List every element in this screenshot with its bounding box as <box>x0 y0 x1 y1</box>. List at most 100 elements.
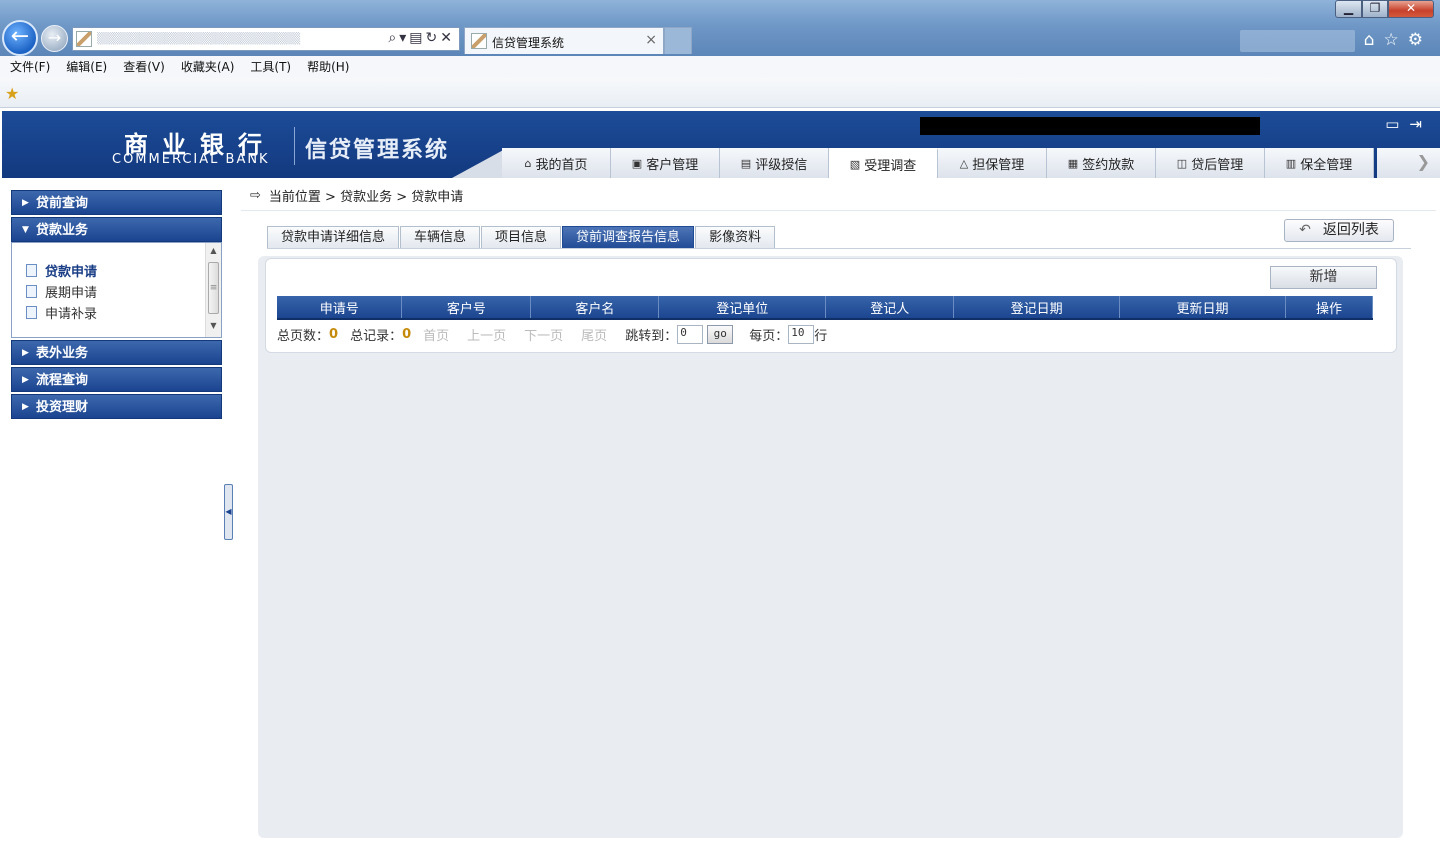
nav-tab-label: 保全管理 <box>1300 157 1353 173</box>
browser-menu-bar: 文件(F) 编辑(E) 查看(V) 收藏夹(A) 工具(T) 帮助(H) <box>0 56 1440 78</box>
sidebar-group-process-query[interactable]: ▶ 流程查询 <box>11 367 222 392</box>
scroll-down-icon[interactable]: ▼ <box>206 318 221 333</box>
maximize-button[interactable]: ❐ <box>1362 0 1388 18</box>
menu-view[interactable]: 查看(V) <box>123 56 165 78</box>
menu-help[interactable]: 帮助(H) <box>307 56 349 78</box>
nav-tab-label: 贷后管理 <box>1191 157 1244 173</box>
first-page-link[interactable]: 首页 <box>423 325 449 344</box>
nav-tab-customer[interactable]: ▣ 客户管理 <box>611 148 720 178</box>
sidebar-group-label: 贷前查询 <box>36 196 89 211</box>
nav-tab-rating[interactable]: ▤ 评级授信 <box>720 148 829 178</box>
document-icon <box>26 306 37 319</box>
monitor-icon[interactable]: ▭ <box>1385 115 1409 133</box>
redacted-user-info <box>920 117 1260 135</box>
nav-tab-post-loan[interactable]: ◫ 贷后管理 <box>1156 148 1265 178</box>
tab-loan-detail[interactable]: 贷款申请详细信息 <box>267 226 400 249</box>
tab-images[interactable]: 影像资料 <box>695 226 776 249</box>
menu-edit[interactable]: 编辑(E) <box>66 56 107 78</box>
contract-icon: ▦ <box>1067 156 1079 170</box>
return-list-button[interactable]: ↶ 返回列表 <box>1284 219 1394 242</box>
sidebar-group-off-balance[interactable]: ▶ 表外业务 <box>11 340 222 365</box>
tab-divider <box>267 248 1411 249</box>
next-page-link[interactable]: 下一页 <box>524 325 563 344</box>
header-icons: ▭⇥ <box>1385 115 1432 133</box>
compat-view-icon[interactable]: ▤ <box>409 30 425 46</box>
sidebar-item-extension-application[interactable]: 展期申请 <box>12 281 221 302</box>
total-records-value: 0 <box>402 326 412 342</box>
nav-tab-preservation[interactable]: ▥ 保全管理 <box>1265 148 1374 178</box>
home-icon[interactable]: ⌂ <box>1364 30 1384 50</box>
per-page-label: 每页： <box>749 328 789 344</box>
bank-name-en: COMMERCIAL BANK <box>112 152 270 167</box>
sidebar-collapse-handle[interactable]: ◀ <box>224 484 233 540</box>
sidebar-item-loan-application[interactable]: 贷款申请 <box>12 260 221 281</box>
tab-favicon-icon <box>471 33 487 49</box>
nav-tab-survey[interactable]: ▧ 受理调查 <box>829 148 938 178</box>
nav-tab-contract[interactable]: ▦ 签约放款 <box>1047 148 1156 178</box>
sidebar-scrollbar[interactable]: ▲ ≡ ▼ <box>205 243 221 337</box>
tab-close-icon[interactable]: × <box>645 32 657 48</box>
breadcrumb-text: 当前位置 > 贷款业务 > 贷款申请 <box>268 190 464 205</box>
page-favicon-icon <box>76 31 92 47</box>
tab-vehicle-info[interactable]: 车辆信息 <box>400 226 481 249</box>
go-button[interactable]: go <box>707 324 734 344</box>
nav-tab-label: 评级授信 <box>755 157 808 173</box>
chevron-left-icon: ◀ <box>225 507 232 516</box>
browser-toolbar-icons: ⌂☆⚙ <box>1364 30 1432 50</box>
stop-icon[interactable]: ✕ <box>440 30 455 46</box>
column-actions: 操作 <box>1285 296 1373 320</box>
dropdown-icon[interactable]: ▾ <box>399 30 409 46</box>
last-page-link[interactable]: 尾页 <box>581 325 607 344</box>
new-tab-button[interactable] <box>664 27 692 54</box>
tab-project-info[interactable]: 项目信息 <box>481 226 562 249</box>
jump-page-input[interactable]: 0 <box>677 324 704 344</box>
sidebar-item-supplement-application[interactable]: 申请补录 <box>12 302 221 323</box>
address-bar-tools[interactable]: ⌕▾▤↻✕ <box>388 30 455 46</box>
nav-tab-guarantee[interactable]: △ 担保管理 <box>938 148 1047 178</box>
sidebar-group-loan-business[interactable]: ▼ 贷款业务 <box>11 217 222 242</box>
gear-icon[interactable]: ⚙ <box>1408 30 1432 50</box>
survey-icon: ▧ <box>849 157 861 171</box>
column-application-no: 申请号 <box>277 296 403 320</box>
total-pages-value: 0 <box>329 326 339 342</box>
close-button[interactable]: ✕ <box>1388 0 1434 18</box>
sidebar-item-label: 展期申请 <box>45 286 98 301</box>
prev-page-link[interactable]: 上一页 <box>467 325 506 344</box>
menu-file[interactable]: 文件(F) <box>10 56 50 78</box>
refresh-icon[interactable]: ↻ <box>426 30 441 46</box>
column-update-date: 更新日期 <box>1119 296 1287 320</box>
minimize-button[interactable]: ▁ <box>1335 0 1362 18</box>
sidebar-group-label: 表外业务 <box>36 346 89 361</box>
total-pages-label: 总页数： <box>277 328 330 344</box>
menu-tools[interactable]: 工具(T) <box>250 56 291 78</box>
data-table: 申请号 客户号 客户名 登记单位 登记人 登记日期 更新日期 操作 <box>277 296 1373 320</box>
nav-tab-home[interactable]: ⌂ 我的首页 <box>502 148 611 178</box>
chevron-right-icon[interactable]: ❯ <box>1417 152 1430 171</box>
total-records-label: 总记录： <box>350 328 403 344</box>
jump-label: 跳转到： <box>625 328 678 344</box>
scroll-thumb[interactable]: ≡ <box>208 262 219 314</box>
address-url-blurred[interactable]: ▒▒▒▒▒▒▒▒▒▒▒▒▒▒▒▒▒▒▒▒▒▒▒▒ <box>97 32 347 46</box>
breadcrumb: ⇨ 当前位置 > 贷款业务 > 贷款申请 <box>250 186 463 205</box>
nav-tab-label: 签约放款 <box>1082 157 1135 173</box>
search-icon[interactable]: ⌕ <box>388 30 399 46</box>
browser-tab[interactable]: 信贷管理系统 × <box>464 27 664 54</box>
nav-more: ❯ <box>1377 148 1440 178</box>
forward-button[interactable]: → <box>41 25 68 52</box>
window-controls: ▁ ❐ ✕ <box>1335 0 1434 20</box>
tab-pre-loan-report[interactable]: 贷前调查报告信息 <box>562 226 695 249</box>
back-button[interactable]: ← <box>2 20 38 56</box>
location-icon: ⇨ <box>250 188 261 203</box>
logo-divider <box>294 127 295 165</box>
sidebar-group-pre-loan-query[interactable]: ▶ 贷前查询 <box>11 190 222 215</box>
logout-icon[interactable]: ⇥ <box>1409 115 1432 133</box>
address-bar[interactable]: ▒▒▒▒▒▒▒▒▒▒▒▒▒▒▒▒▒▒▒▒▒▒▒▒ ⌕▾▤↻✕ <box>72 27 460 51</box>
add-favorites-icon[interactable]: ★ <box>5 84 19 103</box>
document-icon <box>26 285 37 298</box>
scroll-up-icon[interactable]: ▲ <box>206 243 221 258</box>
add-button[interactable]: 新增 <box>1270 266 1377 289</box>
sidebar-group-investment[interactable]: ▶ 投资理财 <box>11 394 222 419</box>
favorites-star-icon[interactable]: ☆ <box>1384 30 1408 50</box>
menu-favorites[interactable]: 收藏夹(A) <box>181 56 235 78</box>
page-size-input[interactable]: 10 <box>788 324 815 344</box>
